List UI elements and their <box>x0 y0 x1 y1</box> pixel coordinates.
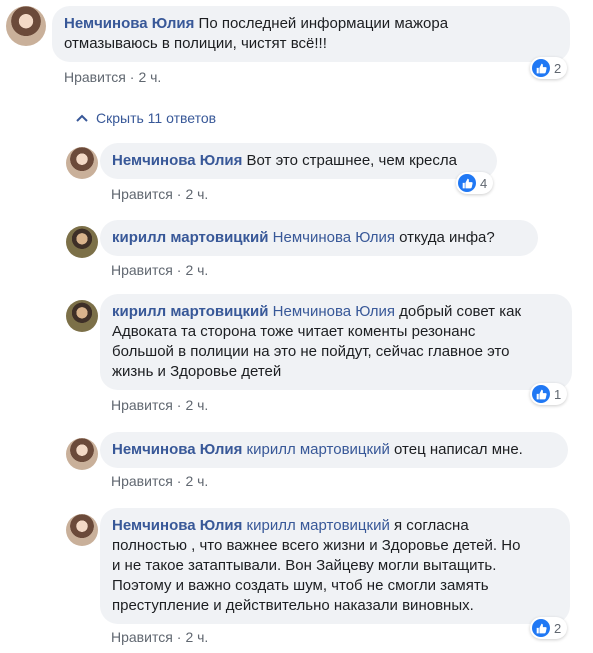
reply-bubble: кирилл мартовицкий Немчинова Юлия добрый… <box>100 294 572 390</box>
reply-mention[interactable]: кирилл мартовицкий <box>247 517 390 534</box>
reply-author[interactable]: кирилл мартовицкий <box>112 229 268 246</box>
reply-text: откуда инфа? <box>399 229 495 246</box>
like-link[interactable]: Нравится <box>111 262 173 278</box>
reply-text: отец написал мне. <box>394 441 523 458</box>
reply-actions: Нравится · 2 ч. <box>111 473 209 489</box>
timestamp[interactable]: 2 ч. <box>138 69 161 85</box>
reply-text: жизнь и Здоровье детей <box>112 363 282 380</box>
reply-actions: Нравится · 2 ч. <box>111 397 209 413</box>
reply-text: и не такое затаптывали. Вон Зайцеву могл… <box>112 557 497 574</box>
like-icon <box>458 174 476 192</box>
like-link[interactable]: Нравится <box>111 629 173 645</box>
reaction-count[interactable]: 2 <box>530 617 568 639</box>
reply-bubble: Немчинова Юлия Вот это страшнее, чем кре… <box>100 143 497 179</box>
timestamp[interactable]: 2 ч. <box>185 186 208 202</box>
reaction-number: 1 <box>554 386 562 402</box>
hide-replies-label: Скрыть 11 ответов <box>96 110 217 126</box>
chevron-up-icon <box>76 114 88 122</box>
reply-bubble: Немчинова Юлия кирилл мартовицкий отец н… <box>100 432 568 468</box>
reaction-number: 2 <box>554 620 562 636</box>
reaction-count[interactable]: 4 <box>456 172 494 194</box>
reaction-count[interactable]: 2 <box>530 57 568 79</box>
timestamp[interactable]: 2 ч. <box>185 629 208 645</box>
reply-bubble: Немчинова Юлия кирилл мартовицкий я согл… <box>100 508 570 624</box>
reaction-number: 2 <box>554 60 562 76</box>
reply-mention[interactable]: Немчинова Юлия <box>273 229 395 246</box>
reply-text: преступление и действительно наказали ви… <box>112 597 474 614</box>
reply-mention[interactable]: Немчинова Юлия <box>273 303 395 320</box>
reply-mention[interactable]: кирилл мартовицкий <box>247 441 390 458</box>
reply-author[interactable]: Немчинова Юлия <box>112 517 242 534</box>
comment-text: По последней информации мажора <box>198 15 449 32</box>
avatar[interactable] <box>66 300 98 332</box>
like-icon <box>532 619 550 637</box>
like-link[interactable]: Нравится <box>111 186 173 202</box>
comment-author[interactable]: Немчинова Юлия <box>64 15 194 32</box>
avatar[interactable] <box>66 147 98 179</box>
like-icon <box>532 385 550 403</box>
reply-bubble: кирилл мартовицкий Немчинова Юлия откуда… <box>100 220 538 256</box>
hide-replies-button[interactable]: Скрыть 11 ответов <box>76 110 216 126</box>
avatar[interactable] <box>6 6 46 46</box>
like-link[interactable]: Нравится <box>111 473 173 489</box>
reply-author[interactable]: Немчинова Юлия <box>112 441 242 458</box>
avatar[interactable] <box>66 226 98 258</box>
reply-text: Поэтому и важно создать шум, чтоб не смо… <box>112 577 489 594</box>
like-link[interactable]: Нравится <box>64 69 126 85</box>
comment-text: отмазываюсь в полиции, чистят всё!!! <box>64 35 327 52</box>
reply-actions: Нравится · 2 ч. <box>111 186 209 202</box>
reply-text: Вот это страшнее, чем кресла <box>246 152 457 169</box>
like-icon <box>532 59 550 77</box>
reply-actions: Нравится · 2 ч. <box>111 629 209 645</box>
reply-text: я согласна <box>394 517 469 534</box>
timestamp[interactable]: 2 ч. <box>185 473 208 489</box>
reply-text: большой в полиции на это не пойдут, сейч… <box>112 343 510 360</box>
avatar[interactable] <box>66 438 98 470</box>
reply-text: Адвоката та сторона тоже читает коменты … <box>112 323 476 340</box>
reaction-count[interactable]: 1 <box>530 383 568 405</box>
reply-author[interactable]: кирилл мартовицкий <box>112 303 268 320</box>
timestamp[interactable]: 2 ч. <box>185 397 208 413</box>
like-link[interactable]: Нравится <box>111 397 173 413</box>
avatar[interactable] <box>66 514 98 546</box>
comment-actions: Нравится · 2 ч. <box>64 69 162 85</box>
reply-text: добрый совет как <box>399 303 522 320</box>
reply-actions: Нравится · 2 ч. <box>111 262 209 278</box>
reply-text: полностью , что важнее всего жизни и Здо… <box>112 537 521 554</box>
timestamp[interactable]: 2 ч. <box>185 262 208 278</box>
comment-bubble: Немчинова Юлия По последней информации м… <box>52 6 570 62</box>
reaction-number: 4 <box>480 175 488 191</box>
reply-author[interactable]: Немчинова Юлия <box>112 152 242 169</box>
